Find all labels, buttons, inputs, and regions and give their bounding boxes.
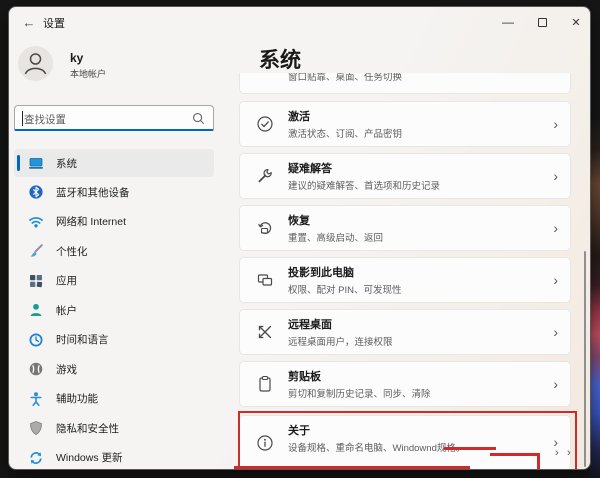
sidebar-item-label: 游戏 — [56, 362, 77, 377]
settings-card-remote-desktop[interactable]: 远程桌面远程桌面用户，连接权限 › — [239, 309, 571, 355]
accounts-icon — [28, 302, 44, 318]
card-subtitle: 窗口贴靠、桌面、任务切换 — [288, 73, 402, 83]
page-title: 系统 — [259, 44, 301, 74]
sidebar-item-label: 蓝牙和其他设备 — [56, 185, 130, 200]
time-language-icon — [28, 332, 44, 348]
settings-card-activation[interactable]: 激活激活状态、订阅、产品密钥 › — [239, 101, 571, 147]
scrollbar[interactable] — [584, 251, 586, 467]
user-profile[interactable]: ky 本地帐户 — [18, 46, 218, 86]
sidebar-item-accounts[interactable]: 帐户 — [14, 296, 214, 324]
sidebar-item-label: 个性化 — [56, 244, 88, 259]
sidebar-item-label: 时间和语言 — [56, 332, 109, 347]
text-cursor — [22, 111, 23, 126]
card-title: 剪贴板 — [288, 368, 431, 384]
chevron-right-icon: › — [567, 447, 571, 459]
recovery-icon — [256, 219, 274, 237]
sidebar-item-system[interactable]: 系统 — [14, 149, 214, 177]
gaming-icon — [28, 361, 44, 377]
sidebar-item-label: 网络和 Internet — [56, 214, 126, 229]
back-icon: ← — [23, 15, 36, 30]
window-title: 设置 — [43, 15, 65, 31]
clipboard-icon — [256, 375, 274, 393]
settings-card-projection[interactable]: 投影到此电脑权限、配对 PIN、可发现性 › — [239, 257, 571, 303]
card-title: 激活 — [288, 108, 402, 124]
troubleshoot-icon — [256, 167, 274, 185]
chevron-right-icon: › — [553, 272, 558, 288]
sidebar-item-personalization[interactable]: 个性化 — [14, 237, 214, 265]
network-icon — [28, 214, 44, 230]
person-icon — [18, 46, 53, 81]
chevron-right-icon: › — [553, 116, 558, 132]
sidebar-item-apps[interactable]: 应用 — [14, 267, 214, 295]
sidebar-item-network[interactable]: 网络和 Internet — [14, 208, 214, 236]
back-button[interactable]: ← — [19, 12, 39, 32]
privacy-icon — [28, 420, 44, 436]
card-title: 远程桌面 — [288, 316, 393, 332]
card-title: 投影到此电脑 — [288, 264, 401, 280]
selection-indicator — [17, 155, 20, 171]
sidebar-item-gaming[interactable]: 游戏 — [14, 355, 214, 383]
chevron-right-icon: › — [553, 168, 558, 184]
close-button[interactable]: ✕ — [560, 11, 591, 33]
chevron-right-icon: › — [553, 376, 558, 392]
sidebar-item-label: 辅助功能 — [56, 391, 98, 406]
card-title: 疑难解答 — [288, 160, 440, 176]
settings-card-clipboard[interactable]: 剪贴板剪切和复制历史记录、同步、清除 › — [239, 361, 571, 407]
minimize-icon: — — [502, 15, 514, 29]
chevron-right-icon: › — [555, 447, 559, 459]
titlebar: ← 设置 — ✕ — [9, 7, 590, 37]
chevron-right-icon: › — [553, 220, 558, 236]
sidebar-item-time-language[interactable]: 时间和语言 — [14, 326, 214, 354]
remote-desktop-icon — [256, 323, 274, 341]
account-type: 本地帐户 — [70, 67, 106, 80]
card-subtitle: 重置、高级启动、返回 — [288, 230, 383, 244]
annotation-line — [234, 466, 470, 469]
card-title: 恢复 — [288, 212, 383, 228]
card-subtitle: 远程桌面用户，连接权限 — [288, 334, 393, 348]
settings-card-troubleshoot[interactable]: 疑难解答建议的疑难解答、首选项和历史记录 › — [239, 153, 571, 199]
projection-icon — [256, 271, 274, 289]
user-name: ky — [70, 51, 83, 65]
apps-icon — [28, 273, 44, 289]
sidebar-item-label: 帐户 — [56, 303, 77, 318]
sidebar-item-bluetooth[interactable]: 蓝牙和其他设备 — [14, 178, 214, 206]
accessibility-icon — [28, 391, 44, 407]
sidebar-item-label: 系统 — [56, 156, 77, 171]
settings-card-recovery[interactable]: 恢复重置、高级启动、返回 › — [239, 205, 571, 251]
minimize-button[interactable]: — — [492, 11, 524, 33]
settings-card-partial[interactable]: 窗口贴靠、桌面、任务切换 — [239, 73, 571, 94]
card-subtitle: 剪切和复制历史记录、同步、清除 — [288, 386, 431, 400]
sidebar-item-label: Windows 更新 — [56, 450, 123, 465]
sidebar-item-privacy[interactable]: 隐私和安全性 — [14, 414, 214, 442]
search-icon — [191, 111, 206, 131]
maximize-button[interactable] — [526, 11, 558, 33]
annotation-line — [490, 453, 540, 456]
search-input[interactable]: 查找设置 — [14, 105, 214, 131]
sidebar-item-label: 隐私和安全性 — [56, 421, 119, 436]
sidebar-item-accessibility[interactable]: 辅助功能 — [14, 385, 214, 413]
chevron-right-icon: › — [553, 324, 558, 340]
system-icon — [28, 155, 44, 171]
annotation-rectangle — [238, 411, 577, 469]
activation-icon — [256, 115, 274, 133]
settings-window: ← 设置 — ✕ ky 本地帐户 查找设置 系统 — [8, 6, 591, 470]
sidebar-item-windows-update[interactable]: Windows 更新 — [14, 444, 214, 471]
card-subtitle: 激活状态、订阅、产品密钥 — [288, 126, 402, 140]
sidebar-item-label: 应用 — [56, 273, 77, 288]
avatar — [18, 46, 53, 81]
card-subtitle: 权限、配对 PIN、可发现性 — [288, 282, 401, 296]
annotation-line — [537, 453, 540, 470]
maximize-icon — [538, 18, 547, 27]
personalization-icon — [28, 243, 44, 259]
bluetooth-icon — [28, 184, 44, 200]
annotation-line — [444, 447, 496, 450]
desktop-background: ← 设置 — ✕ ky 本地帐户 查找设置 系统 — [0, 0, 600, 478]
search-placeholder: 查找设置 — [24, 112, 66, 127]
desktop-wallpaper-edge — [590, 120, 600, 478]
card-subtitle: 建议的疑难解答、首选项和历史记录 — [288, 178, 440, 192]
windows-update-icon — [28, 450, 44, 466]
close-icon: ✕ — [571, 16, 580, 29]
